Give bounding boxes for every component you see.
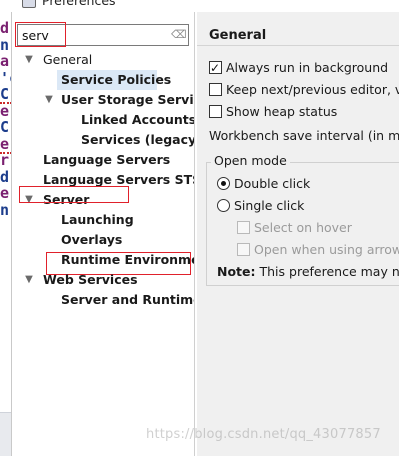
tree-item-launching[interactable]: Launching [57, 210, 187, 230]
editor-edge-char: n [0, 201, 10, 218]
tree-item-web-services[interactable]: ▼ Web Services [21, 270, 181, 290]
radio-unselected[interactable] [217, 199, 230, 212]
page-title: General [209, 28, 267, 43]
open-mode-title: Open mode [211, 153, 290, 168]
checkbox-disabled[interactable] [237, 221, 250, 234]
tree-item-overlays[interactable]: Overlays [57, 230, 187, 250]
editor-edge-char: 'c [0, 69, 11, 86]
preferences-tree-panel: ⌫ ▼ General Service Policies ▼ User Stor… [13, 12, 210, 456]
clear-filter-icon[interactable]: ⌫ [171, 29, 187, 41]
tree-item-service-policies[interactable]: Service Policies [57, 70, 171, 90]
filter-highlight-box [15, 22, 66, 47]
editor-edge-char: C [0, 86, 11, 104]
editor-edge-char: e [0, 102, 10, 119]
editor-edge-char: n [0, 36, 10, 53]
editor-edge: dna'cCeCerden [0, 12, 12, 456]
editor-edge-char: r [0, 152, 10, 168]
checkbox-disabled[interactable] [237, 243, 250, 256]
editor-edge-lower-panel [0, 412, 11, 456]
tree-item-linked-accounts[interactable]: Linked Accounts [77, 110, 196, 130]
editor-edge-char: C [0, 119, 10, 135]
tree-item-user-storage-service[interactable]: ▼ User Storage Service [41, 90, 209, 110]
checkbox-unchecked[interactable] [209, 83, 222, 96]
tree-item-server-and-runtime[interactable]: Server and Runtime [57, 290, 202, 310]
checkbox-unchecked[interactable] [209, 105, 222, 118]
checkbox-checked[interactable] [209, 58, 222, 78]
editor-edge-char: a [0, 53, 10, 69]
page-header: General [197, 12, 399, 46]
tree-item-general[interactable]: ▼ General [21, 50, 181, 70]
open-mode-note: Note: This preference may not [217, 264, 399, 279]
server-highlight-box [19, 186, 129, 203]
chevron-down-icon[interactable]: ▼ [43, 90, 55, 110]
preferences-app-icon [22, 0, 36, 8]
window-title: Preferences [42, 0, 116, 8]
chevron-down-icon[interactable]: ▼ [23, 270, 35, 290]
tree-item-services-legacy[interactable]: Services (legacy) [77, 130, 202, 150]
preference-page: General Always run in background Keep ne… [197, 12, 399, 456]
editor-edge-char: d [0, 20, 10, 36]
window-titlebar: Preferences [0, 0, 399, 12]
chevron-down-icon[interactable]: ▼ [23, 50, 35, 70]
tree-item-language-servers[interactable]: Language Servers [39, 150, 189, 170]
watermark: https://blog.csdn.net/qq_43077857 [146, 427, 381, 442]
editor-edge-char: e [0, 185, 10, 201]
editor-edge-char: d [0, 168, 10, 185]
radio-selected[interactable] [217, 177, 230, 190]
editor-edge-char: e [0, 136, 11, 154]
